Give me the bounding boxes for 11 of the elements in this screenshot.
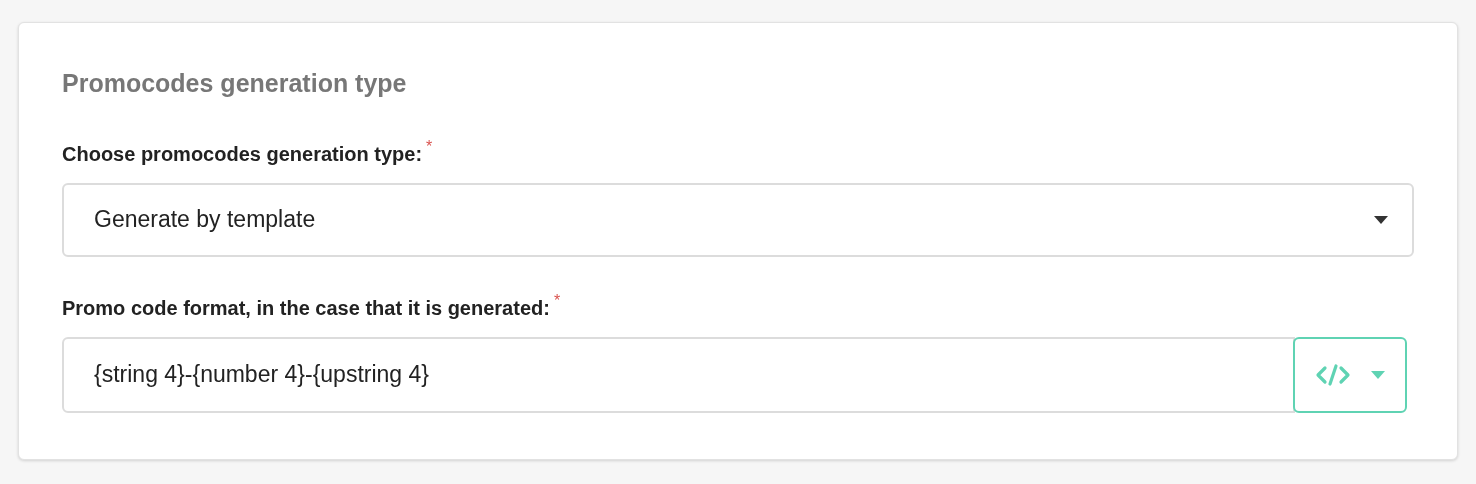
code-icon	[1315, 362, 1351, 387]
caret-icon	[1371, 370, 1385, 379]
select-field[interactable]: Generate by template	[62, 182, 1414, 257]
section-title: Promocodes generation type	[62, 68, 408, 99]
field-label: Choose promocodes generation type:	[62, 141, 423, 167]
field-label: Promo code format, in the case that it is generated:	[62, 295, 550, 321]
input-field[interactable]: {string 4}-{number 4}-{upstring 4}	[62, 336, 1295, 413]
required-mark: *	[426, 138, 433, 155]
caret-icon	[1374, 215, 1388, 224]
required-mark: *	[553, 292, 561, 309]
code-dropdown-button[interactable]	[1293, 336, 1407, 413]
